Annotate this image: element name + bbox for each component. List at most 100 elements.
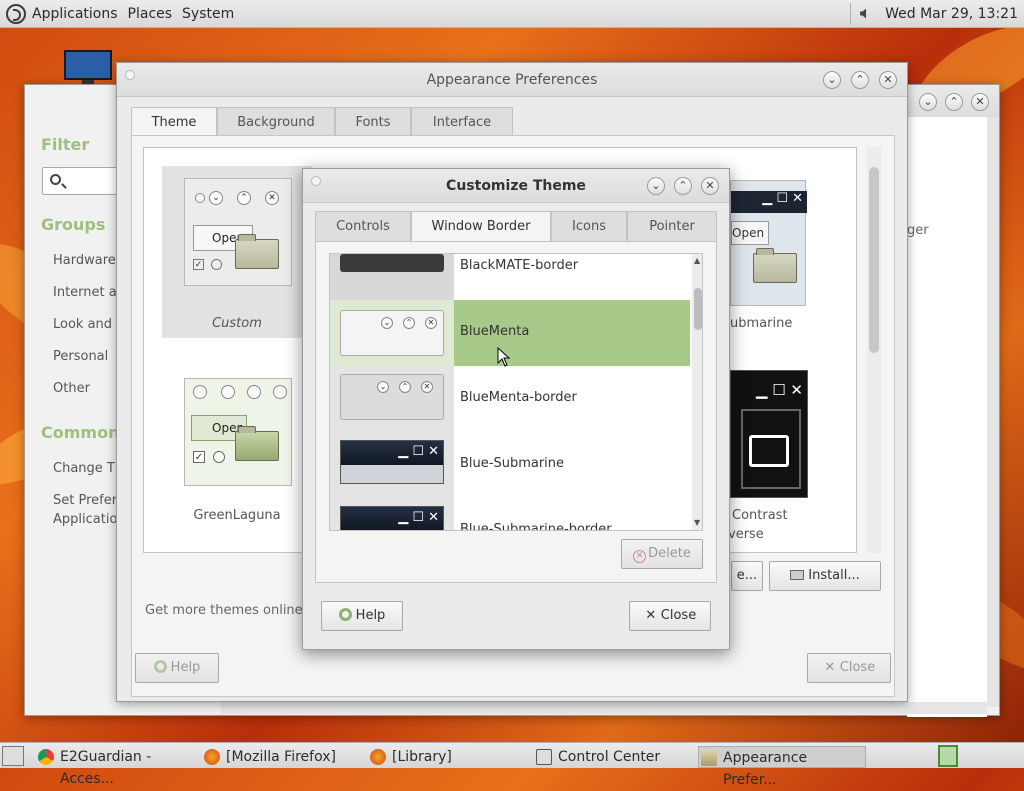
mate-logo-icon[interactable]	[6, 3, 26, 24]
task-firefox[interactable]: [Mozilla Firefox]	[202, 746, 362, 768]
folder-icon	[753, 248, 797, 283]
window-border-list: BlackMATE-border ⌄ ⌃ ✕ BlueMenta ⌄ ⌃ ✕ B…	[329, 253, 703, 531]
common-applications[interactable]: Application	[53, 512, 126, 527]
control-center-icon	[536, 749, 552, 765]
close-button[interactable]: ✕ Close	[629, 601, 711, 631]
applications-menu[interactable]: Applications	[32, 6, 118, 22]
group-other[interactable]: Other	[53, 381, 90, 396]
theme-preview: ▁ ☐ ✕	[340, 506, 444, 530]
task-appearance[interactable]: Appearance Prefer...	[698, 746, 866, 788]
tab-window-border[interactable]: Window Border	[411, 211, 551, 243]
mini-button-icon	[247, 385, 261, 399]
checkbox-icon: ✓	[193, 259, 204, 270]
tab-icons[interactable]: Icons	[551, 211, 627, 243]
search-icon	[50, 174, 61, 185]
show-desktop-icon[interactable]	[2, 746, 24, 766]
delete-button[interactable]: ✕ Delete	[621, 539, 703, 569]
computer-desktop-icon[interactable]	[64, 50, 112, 84]
group-personal[interactable]: Personal	[53, 349, 108, 364]
firefox-icon	[204, 749, 220, 765]
mini-button-icon	[193, 385, 207, 399]
list-row-blackmate-border[interactable]: BlackMATE-border	[330, 254, 690, 300]
close-icon: ✕	[645, 608, 657, 623]
window-title: Appearance Preferences	[426, 72, 598, 88]
list-row-blue-submarine[interactable]: ▁ ☐ ✕ Blue-Submarine	[330, 432, 690, 498]
theme-card-custom[interactable]: ⌄ ⌃ ✕ Open ✓ Custom	[162, 166, 312, 338]
maximize-button[interactable]: ⌃	[674, 177, 692, 195]
customize-theme-dialog: Customize Theme ⌄ ⌃ ✕ Controls Window Bo…	[302, 168, 730, 650]
folder-icon	[790, 570, 805, 580]
task-control-center[interactable]: Control Center	[534, 746, 694, 768]
theme-thumbnail-greenlaguna[interactable]: Open ✓	[184, 378, 292, 486]
close-icon: ✕	[824, 660, 836, 675]
appearance-titlebar[interactable]: Appearance Preferences ⌄ ⌃ ✕	[117, 63, 907, 97]
theme-name-custom: Custom	[212, 316, 262, 331]
theme-name-inverse: verse	[728, 527, 764, 542]
tab-controls[interactable]: Controls	[315, 211, 411, 243]
mouse-cursor-icon	[497, 347, 511, 367]
appearance-icon	[701, 750, 717, 766]
vertical-scrollbar[interactable]	[987, 117, 999, 707]
install-button[interactable]: Install...	[769, 561, 881, 591]
group-look-and-feel[interactable]: Look and F	[53, 317, 124, 332]
mini-maximize-icon: ⌃	[237, 191, 251, 205]
task-library[interactable]: [Library]	[368, 746, 528, 768]
dark-titlebar-icons: ▁ ☐ ✕	[755, 381, 803, 399]
maximize-button[interactable]: ⌃	[945, 93, 963, 111]
folder-icon	[235, 234, 279, 269]
tab-pointer[interactable]: Pointer	[627, 211, 717, 243]
chrome-icon	[38, 749, 54, 765]
group-hardware[interactable]: Hardware	[53, 253, 116, 268]
help-button[interactable]: Help	[135, 653, 219, 683]
help-icon	[338, 608, 352, 621]
theme-name-submarine: ubmarine	[730, 316, 793, 331]
dark-titlebar-icons: ▁ ☐ ✕	[731, 191, 807, 213]
theme-thumbnail: ⌄ ⌃ ✕ Open ✓	[184, 178, 292, 286]
scroll-up-arrow-icon[interactable]: ▲	[694, 256, 700, 265]
common-set-preferred[interactable]: Set Prefer	[53, 493, 117, 508]
thumb-open-button: Open	[731, 221, 769, 245]
workspace-switcher[interactable]	[938, 745, 958, 767]
list-row-bluementa-border[interactable]: ⌄ ⌃ ✕ BlueMenta-border	[330, 366, 690, 432]
close-button[interactable]: ✕	[879, 71, 897, 89]
minimize-button[interactable]: ⌄	[823, 71, 841, 89]
top-panel: Applications Places System Wed Mar 29, 1…	[0, 0, 1024, 28]
volume-icon[interactable]	[857, 5, 877, 23]
theme-scrollbar[interactable]	[867, 147, 881, 553]
system-menu[interactable]: System	[182, 6, 234, 22]
theme-thumbnail-submarine[interactable]: ▁ ☐ ✕ Open	[730, 180, 807, 306]
close-button[interactable]: ✕ Close	[807, 653, 891, 683]
clock[interactable]: Wed Mar 29, 13:21	[885, 6, 1018, 22]
help-button[interactable]: Help	[321, 601, 403, 631]
theme-preview: ⌄ ⌃ ✕	[340, 310, 444, 356]
filter-heading: Filter	[41, 135, 90, 154]
theme-name-contrast: Contrast	[732, 508, 788, 523]
close-button[interactable]: ✕	[971, 93, 989, 111]
theme-preview: ⌄ ⌃ ✕	[340, 374, 444, 420]
firefox-icon	[370, 749, 386, 765]
scroll-down-arrow-icon[interactable]: ▼	[694, 518, 700, 527]
item-fragment: ger	[907, 223, 929, 238]
dialog-title: Customize Theme	[446, 178, 586, 194]
theme-thumbnail-contrast-inverse[interactable]: ▁ ☐ ✕	[730, 370, 808, 498]
help-icon	[153, 660, 167, 673]
common-change-theme[interactable]: Change Th	[53, 461, 123, 476]
mini-button-icon	[273, 385, 287, 399]
maximize-button[interactable]: ⌃	[851, 71, 869, 89]
groups-heading: Groups	[41, 215, 106, 234]
horizontal-scrollbar[interactable]	[221, 702, 987, 714]
group-internet[interactable]: Internet a	[53, 285, 117, 300]
minimize-button[interactable]: ⌄	[647, 177, 665, 195]
task-e2guardian[interactable]: E2Guardian - Acces...	[36, 746, 196, 787]
close-button[interactable]: ✕	[701, 177, 719, 195]
customize-titlebar[interactable]: Customize Theme ⌄ ⌃ ✕	[303, 169, 729, 203]
list-scrollbar[interactable]: ▲ ▼	[692, 254, 702, 530]
list-row-blue-submarine-border[interactable]: ▁ ☐ ✕ Blue-Submarine-border	[330, 498, 690, 530]
places-menu[interactable]: Places	[128, 6, 173, 22]
radio-icon	[211, 259, 222, 270]
minimize-button[interactable]: ⌄	[919, 93, 937, 111]
mini-button-icon	[221, 385, 235, 399]
customize-button[interactable]: e...	[731, 561, 763, 591]
theme-name-greenlaguna: GreenLaguna	[193, 508, 281, 523]
get-more-themes-link[interactable]: Get more themes online	[145, 603, 303, 618]
